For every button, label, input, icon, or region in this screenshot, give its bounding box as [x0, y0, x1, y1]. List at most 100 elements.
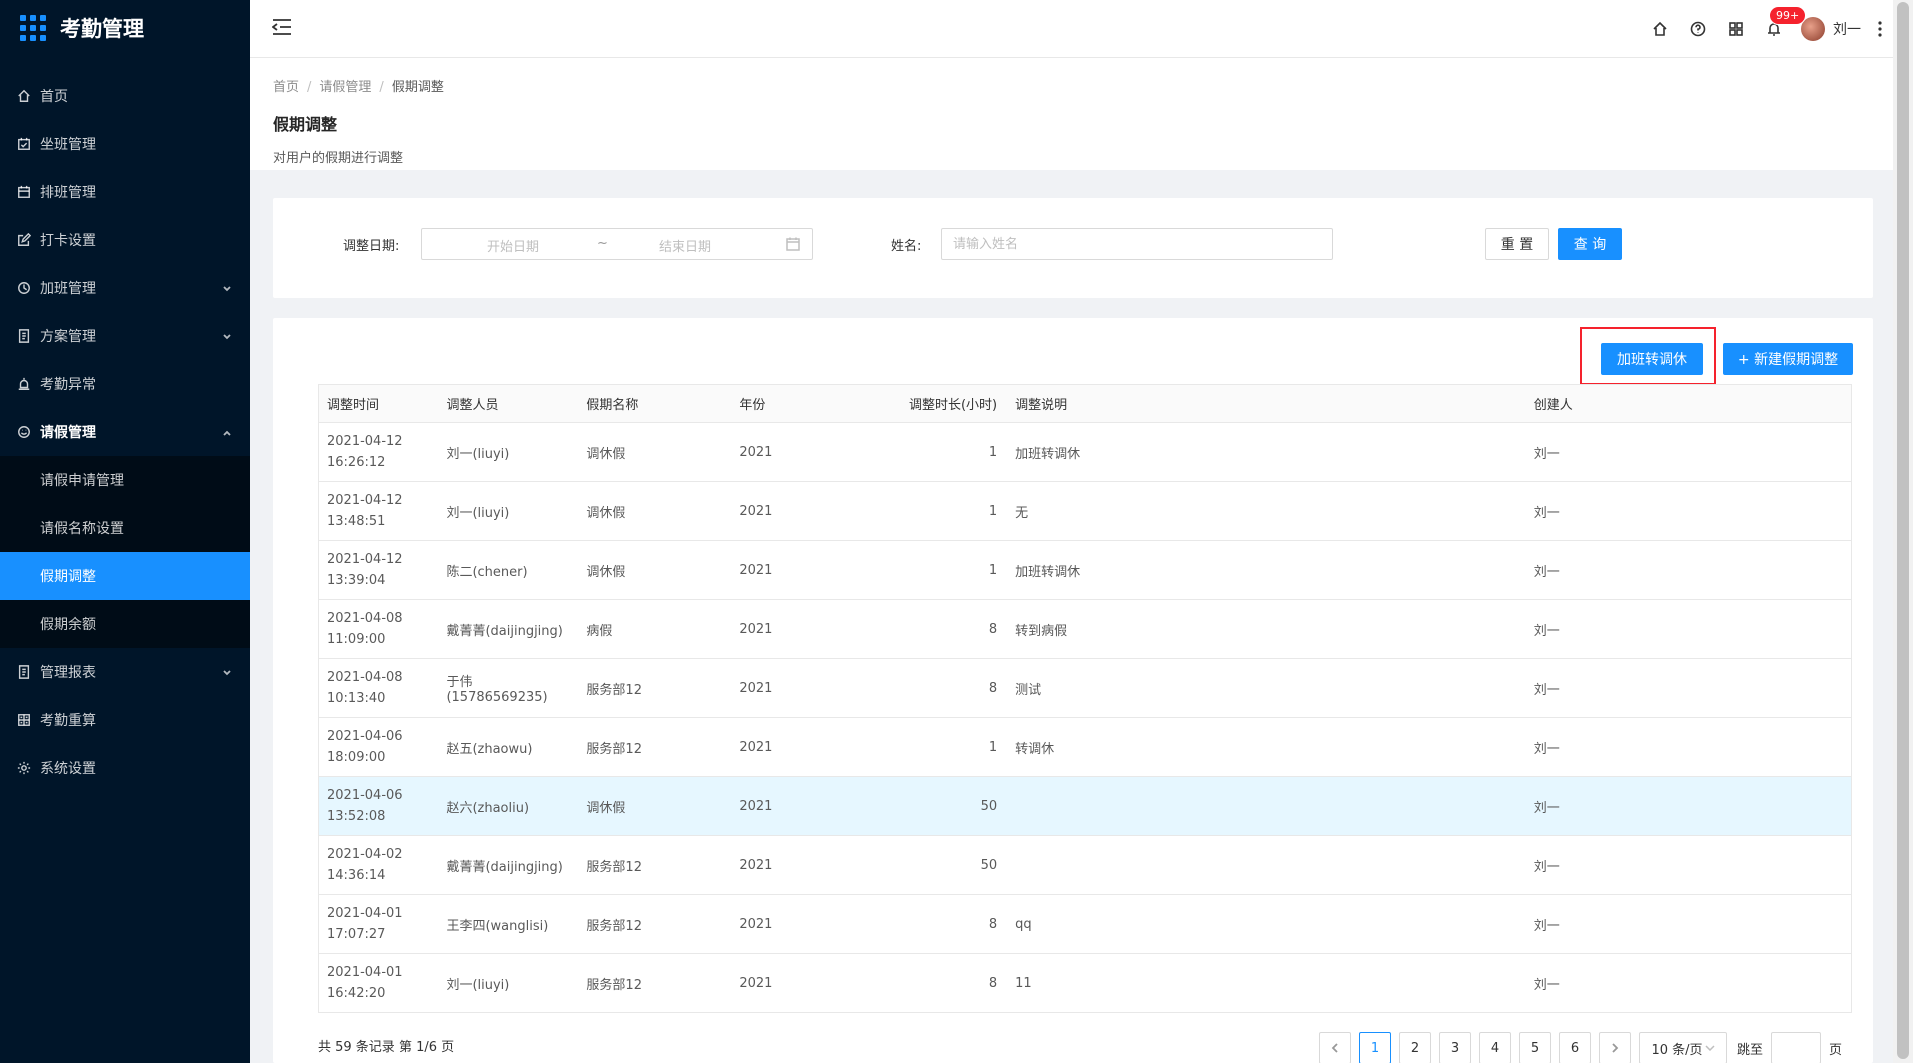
table-row[interactable]: 2021-04-06 13:52:08 赵六(zhaoliu) 调休假 2021 …: [318, 776, 1852, 836]
cell-creator: 刘一: [1525, 717, 1852, 777]
name-input[interactable]: [941, 228, 1333, 260]
clock-icon: [16, 424, 32, 440]
cell-hours: 8: [861, 894, 1008, 954]
vertical-scrollbar[interactable]: [1893, 0, 1913, 1063]
sidebar-item-schedule[interactable]: 排班管理: [0, 168, 250, 216]
sidebar-item-overtime[interactable]: 加班管理: [0, 264, 250, 312]
calendar-icon: [786, 237, 800, 255]
cell-leave: 服务部12: [578, 717, 732, 777]
sidebar-item-label: 排班管理: [40, 185, 96, 201]
leave-submenu: 请假申请管理 请假名称设置 假期调整 假期余额: [0, 456, 250, 648]
jump-input[interactable]: [1771, 1032, 1822, 1063]
sidebar-item-leave-adjust[interactable]: 假期调整: [0, 552, 250, 600]
table-row[interactable]: 2021-04-01 17:07:27 王李四(wanglisi) 服务部12 2…: [318, 894, 1852, 954]
sidebar-item-exception[interactable]: 考勤异常: [0, 360, 250, 408]
query-button[interactable]: 查 询: [1558, 228, 1622, 260]
table-row[interactable]: 2021-04-08 11:09:00 戴菁菁(daijingjing) 病假 2…: [318, 599, 1852, 659]
cell-time: 13:52:08: [327, 809, 386, 824]
menu-fold-icon[interactable]: [271, 18, 292, 36]
header-actions: 99+ 刘一: [1641, 0, 1893, 58]
sidebar-item-label: 系统设置: [40, 761, 96, 777]
cell-creator: 刘一: [1525, 481, 1852, 541]
breadcrumb-home[interactable]: 首页: [273, 80, 299, 95]
page-button[interactable]: 6: [1559, 1032, 1591, 1063]
page-button[interactable]: 5: [1519, 1032, 1551, 1063]
cell-leave: 调休假: [578, 540, 732, 600]
home-icon: [16, 88, 32, 104]
cell-creator: 刘一: [1525, 599, 1852, 659]
page-button[interactable]: 2: [1399, 1032, 1431, 1063]
sidebar-item-reports[interactable]: 管理报表: [0, 648, 250, 696]
sidebar-item-label: 请假申请管理: [40, 473, 124, 489]
table-row[interactable]: 2021-04-01 16:42:20 刘一(liuyi) 服务部12 2021 …: [318, 953, 1852, 1013]
cell-leave: 调休假: [578, 776, 732, 836]
cell-year: 2021: [731, 835, 862, 895]
cell-creator: 刘一: [1525, 658, 1852, 718]
sidebar-item-label: 考勤异常: [40, 377, 96, 393]
table-card: 加班转调休 + 新建假期调整 调整时间 调整人员 假期名称 年份 调整时长(小时…: [273, 318, 1873, 1063]
sidebar-item-label: 考勤重算: [40, 713, 96, 729]
cell-year: 2021: [731, 894, 862, 954]
apps-icon[interactable]: [1717, 0, 1755, 58]
next-page-button[interactable]: [1599, 1032, 1631, 1063]
cell-note: 11: [1007, 953, 1526, 1013]
sidebar-item-label: 坐班管理: [40, 137, 96, 153]
logo[interactable]: 考勤管理: [0, 0, 250, 56]
table-row[interactable]: 2021-04-12 13:39:04 陈二(chener) 调休假 2021 1…: [318, 540, 1852, 600]
scrollbar-thumb[interactable]: [1897, 2, 1909, 1059]
cell-person: 于伟(15786569235): [438, 658, 579, 718]
sidebar-item-clockin[interactable]: 打卡设置: [0, 216, 250, 264]
sidebar-item-leave[interactable]: 请假管理: [0, 408, 250, 456]
reset-button[interactable]: 重 置: [1485, 228, 1549, 260]
page-button[interactable]: 3: [1439, 1032, 1471, 1063]
adjustment-table: 调整时间 调整人员 假期名称 年份 调整时长(小时) 调整说明 创建人 2021…: [318, 384, 1852, 1013]
help-icon[interactable]: [1679, 0, 1717, 58]
date-range-picker[interactable]: 开始日期 ~ 结束日期: [421, 228, 813, 260]
overtime-to-leave-button[interactable]: 加班转调休: [1601, 343, 1703, 375]
table-row[interactable]: 2021-04-12 13:48:51 刘一(liuyi) 调休假 2021 1 …: [318, 481, 1852, 541]
sidebar-item-recalc[interactable]: 考勤重算: [0, 696, 250, 744]
bell-icon[interactable]: 99+: [1755, 0, 1807, 58]
prev-page-button[interactable]: [1319, 1032, 1351, 1063]
cell-date: 2021-04-02: [327, 847, 403, 862]
sidebar-item-label: 加班管理: [40, 281, 96, 297]
sidebar-item-home[interactable]: 首页: [0, 72, 250, 120]
cell-person: 赵六(zhaoliu): [438, 776, 579, 836]
sidebar-item-plan[interactable]: 方案管理: [0, 312, 250, 360]
breadcrumb-leave[interactable]: 请假管理: [319, 80, 371, 95]
page-button[interactable]: 4: [1479, 1032, 1511, 1063]
home-icon[interactable]: [1641, 0, 1679, 58]
cell-person: 刘一(liuyi): [438, 953, 579, 1013]
breadcrumb-current: 假期调整: [391, 80, 444, 95]
sidebar-item-settings[interactable]: 系统设置: [0, 744, 250, 792]
cell-hours: 50: [861, 835, 1008, 895]
document-icon: [16, 328, 32, 344]
new-adjustment-button[interactable]: + 新建假期调整: [1723, 343, 1853, 375]
cell-hours: 1: [861, 422, 1008, 482]
user-menu[interactable]: 刘一: [1801, 17, 1861, 41]
cell-note: [1007, 835, 1526, 895]
page-size-select[interactable]: 10 条/页: [1639, 1032, 1727, 1063]
cell-year: 2021: [731, 599, 862, 659]
table-row[interactable]: 2021-04-08 10:13:40 于伟(15786569235) 服务部12…: [318, 658, 1852, 718]
page-button[interactable]: 1: [1359, 1032, 1391, 1063]
table-row[interactable]: 2021-04-12 16:26:12 刘一(liuyi) 调休假 2021 1 …: [318, 422, 1852, 482]
top-header: 99+ 刘一: [250, 0, 1893, 58]
sidebar-item-leave-names[interactable]: 请假名称设置: [0, 504, 250, 552]
cell-date: 2021-04-12: [327, 493, 403, 508]
sidebar-item-leave-balance[interactable]: 假期余额: [0, 600, 250, 648]
date-label: 调整日期:: [343, 239, 400, 254]
table-header-row: 调整时间 调整人员 假期名称 年份 调整时长(小时) 调整说明 创建人: [318, 384, 1852, 423]
column-header: 假期名称: [578, 384, 732, 423]
sidebar-item-desk[interactable]: 坐班管理: [0, 120, 250, 168]
cell-hours: 8: [861, 953, 1008, 1013]
table-row[interactable]: 2021-04-06 18:09:00 赵五(zhaowu) 服务部12 2021…: [318, 717, 1852, 777]
chevron-down-icon: [222, 666, 232, 676]
cell-year: 2021: [731, 540, 862, 600]
cell-note: 加班转调休: [1007, 422, 1526, 482]
sidebar-item-leave-requests[interactable]: 请假申请管理: [0, 456, 250, 504]
table-row[interactable]: 2021-04-02 14:36:14 戴菁菁(daijingjing) 服务部1…: [318, 835, 1852, 895]
more-vertical-icon[interactable]: [1867, 0, 1893, 58]
calculator-icon: [16, 712, 32, 728]
chevron-up-icon: [222, 426, 232, 436]
